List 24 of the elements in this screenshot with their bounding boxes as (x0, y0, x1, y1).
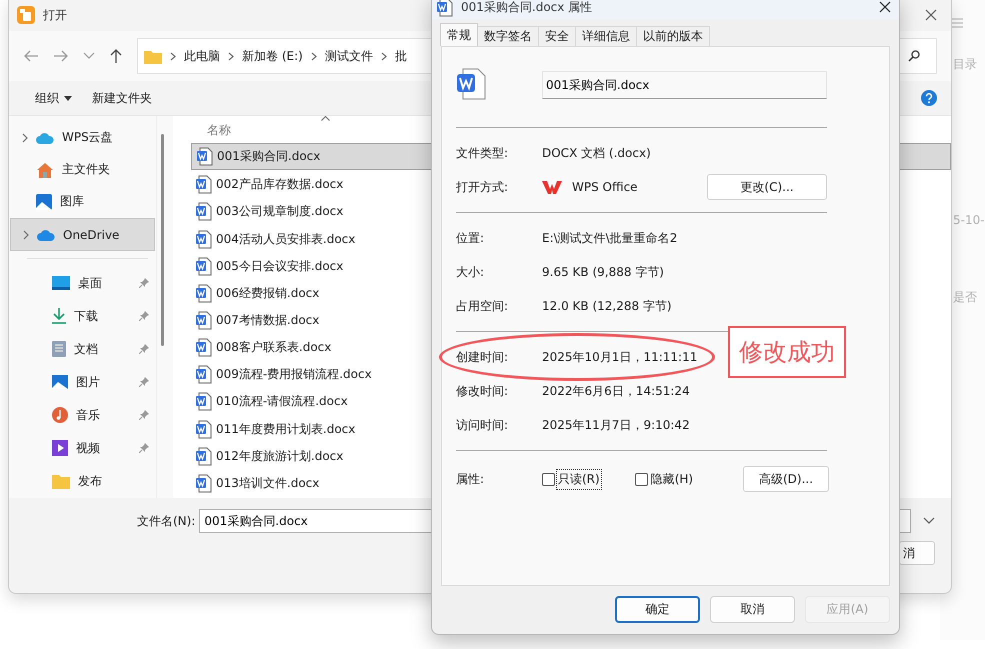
field-value: DOCX 文档 (.docx) (542, 144, 651, 162)
field-label: 修改时间: (456, 382, 510, 400)
faded-text: 是否 (953, 289, 978, 306)
field-value: 2025年10月1日，11:11:11 (542, 348, 698, 366)
field-value: 2022年6月6日，14:51:24 (542, 382, 690, 400)
window-title: 001采购合同.docx 属性 (461, 0, 592, 16)
field-value: WPS Office (572, 180, 638, 194)
window-title: 打开 (43, 6, 67, 24)
field-label: 打开方式: (456, 178, 510, 196)
field-label: 大小: (456, 264, 486, 280)
field-value: 9.65 KB (9,888 字节) (542, 264, 664, 280)
field-value: E:\测试文件\批量重命名2 (542, 230, 678, 246)
field-label: 属性: (456, 470, 486, 488)
faded-text: 5-10- (953, 213, 985, 227)
field-label: 访问时间: (456, 416, 510, 434)
field-label: 文件名(N): (137, 512, 196, 530)
field-label: 位置: (456, 230, 486, 246)
field-label: 占用空间: (456, 298, 510, 314)
field-value: 2025年11月7日，9:10:42 (542, 416, 690, 434)
field-value: 12.0 KB (12,288 字节) (542, 298, 672, 314)
field-label: 创建时间: (456, 348, 510, 366)
field-label: 文件类型: (456, 144, 510, 162)
annotation-label: 修改成功 (728, 326, 846, 378)
faded-text: 目录 (953, 56, 978, 73)
